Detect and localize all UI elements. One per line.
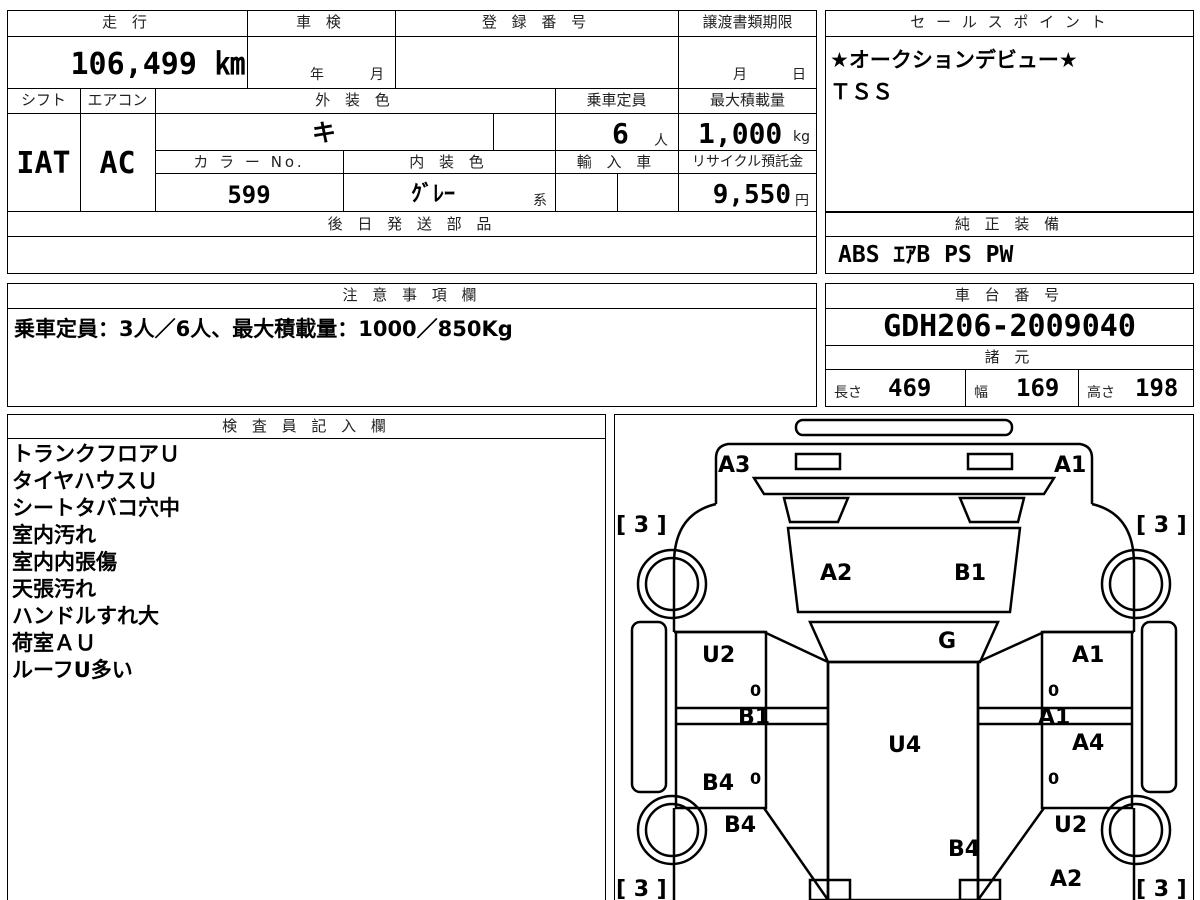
damage-u2-right: U2 <box>1054 813 1087 838</box>
mileage-header: 走 行 <box>102 13 152 31</box>
tire-tread-rl: [ 3 ] <box>616 877 667 900</box>
shift-header: シフト <box>20 91 66 109</box>
selling-point-1: ★オークションデビュー★ <box>830 48 1078 72</box>
interior-color-value: ｸﾞﾚｰ <box>410 182 455 207</box>
shaken-year: 年 <box>310 67 324 83</box>
damage-a1-top: A1 <box>1054 453 1086 478</box>
selling-points-header: セ ー ル ス ポ イ ン ト <box>910 13 1109 31</box>
damage-b1-front: B1 <box>954 561 986 586</box>
shaken-month: 月 <box>370 67 384 83</box>
zero-mark: 0 <box>1048 681 1059 700</box>
recycle-fee-unit: 円 <box>795 193 809 209</box>
tire-tread-rr: [ 3 ] <box>1136 877 1187 900</box>
damage-a4: A4 <box>1072 731 1104 756</box>
damage-u4: U4 <box>888 733 921 758</box>
capacity-header: 乗車定員 <box>586 91 647 109</box>
import-header: 輸 入 車 <box>576 153 657 171</box>
selling-point-2: ＴＳＳ <box>830 80 893 104</box>
height-value: 198 <box>1135 374 1179 402</box>
notes-text: 乗車定員：3人／6人、最大積載量：1000／850Kg <box>14 317 513 341</box>
inspector-notes: トランクフロアＵ タイヤハウスＵ シートタバコ穴中 室内汚れ 室内内張傷 天張汚… <box>12 441 180 684</box>
aircon-value: AC <box>99 146 136 181</box>
capacity-unit: 人 <box>654 133 668 149</box>
zero-mark: 0 <box>1048 769 1059 788</box>
transfer-day: 日 <box>792 67 806 83</box>
later-parts-header: 後 日 発 送 部 品 <box>327 215 497 233</box>
notes-header: 注 意 事 項 欄 <box>342 286 482 304</box>
chassis-header: 車 台 番 号 <box>954 286 1065 304</box>
damage-b4-bottom: B4 <box>948 837 980 862</box>
tire-tread-fr: [ 3 ] <box>1136 513 1187 538</box>
inspector-line: ハンドルすれ大 <box>12 604 159 628</box>
inspector-line: 天張汚れ <box>12 577 96 601</box>
transfer-month: 月 <box>733 67 747 83</box>
genuine-equipment-header: 純 正 装 備 <box>954 215 1065 233</box>
transfer-deadline-header: 譲渡書類期限 <box>702 13 793 31</box>
inspector-line: トランクフロアＵ <box>12 442 180 466</box>
length-value: 469 <box>888 374 932 402</box>
capacity-value: 6 <box>612 117 629 150</box>
color-number-header: カ ラ ー No. <box>193 153 305 171</box>
shift-value: IAT <box>16 146 71 181</box>
car-damage-diagram: [ 3 ] [ 3 ] [ 3 ] [ 3 ] A3 A1 A2 B1 G U2… <box>616 418 1187 900</box>
zero-mark: 0 <box>750 769 761 788</box>
max-load-unit: kg <box>793 129 810 145</box>
inspector-line: 荷室ＡＵ <box>12 631 96 655</box>
inspector-header: 検 査 員 記 入 欄 <box>222 417 391 435</box>
damage-b1-left: B1 <box>738 705 770 730</box>
damage-b4-left-low: B4 <box>724 813 756 838</box>
damage-u2-left: U2 <box>702 643 735 668</box>
color-number-value: 599 <box>227 181 271 209</box>
tire-tread-fl: [ 3 ] <box>616 513 667 538</box>
mileage-value: 106,499 ㎞ <box>70 47 246 82</box>
recycle-fee-header: リサイクル預託金 <box>691 154 804 170</box>
shaken-header: 車 検 <box>296 13 346 31</box>
exterior-color-value: キ <box>312 119 336 147</box>
height-label: 高さ <box>1087 385 1115 401</box>
recycle-fee-value: 9,550 <box>712 180 791 210</box>
max-load-value: 1,000 <box>698 117 783 150</box>
specs-header: 諸 元 <box>984 348 1035 366</box>
chassis-number: GDH206-2009040 <box>883 309 1136 344</box>
length-label: 長さ <box>834 385 862 401</box>
inspector-line: ルーフU多い <box>12 658 133 682</box>
interior-color-header: 内 装 色 <box>409 153 489 171</box>
damage-a3: A3 <box>718 453 750 478</box>
registration-header: 登 録 番 号 <box>481 13 592 31</box>
aircon-header: エアコン <box>87 91 148 109</box>
max-load-header: 最大積載量 <box>709 91 785 109</box>
damage-a2-front: A2 <box>820 561 852 586</box>
width-value: 169 <box>1016 374 1060 402</box>
inspector-line: 室内汚れ <box>12 523 96 547</box>
selling-points-box <box>825 10 1194 212</box>
exterior-color-header: 外 装 色 <box>315 91 395 109</box>
inspector-line: 室内内張傷 <box>12 550 117 574</box>
genuine-equipment-value: ABS ｴｱB PS PW <box>838 242 1014 268</box>
width-label: 幅 <box>974 385 988 401</box>
damage-a1-right: A1 <box>1072 643 1104 668</box>
damage-a2-right: A2 <box>1050 867 1082 892</box>
inspector-line: シートタバコ穴中 <box>12 496 180 520</box>
interior-color-suffix: 系 <box>533 193 547 209</box>
zero-mark: 0 <box>750 681 761 700</box>
inspector-line: タイヤハウスＵ <box>12 469 158 493</box>
damage-g: G <box>938 629 956 654</box>
damage-b4-left: B4 <box>702 771 734 796</box>
damage-a1-right-mid: A1 <box>1038 705 1070 730</box>
